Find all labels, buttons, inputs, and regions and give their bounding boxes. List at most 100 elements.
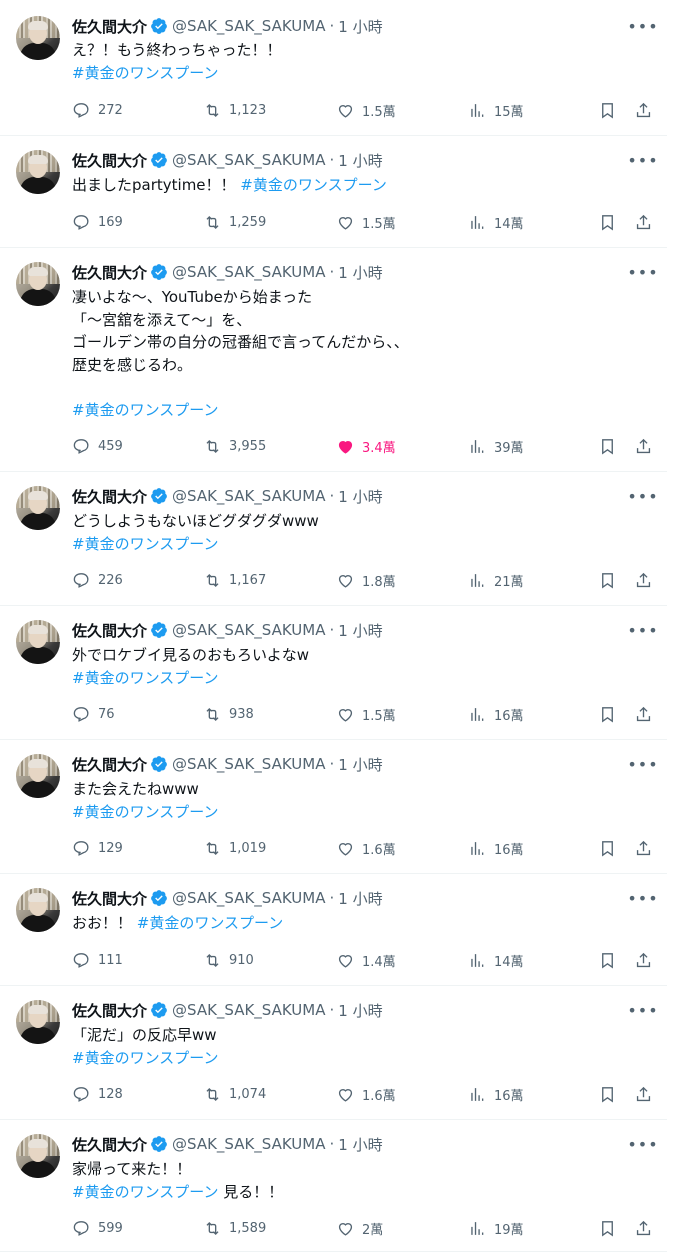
- timestamp[interactable]: 1 小時: [338, 1134, 382, 1155]
- bookmark-button[interactable]: [598, 1217, 617, 1239]
- display-name[interactable]: 佐久間大介: [72, 620, 147, 641]
- share-button[interactable]: [634, 1217, 653, 1239]
- timestamp[interactable]: 1 小時: [338, 16, 382, 37]
- timestamp[interactable]: 1 小時: [338, 620, 382, 641]
- bookmark-button[interactable]: [598, 949, 617, 971]
- retweet-button[interactable]: 1,259: [203, 211, 266, 233]
- views-button[interactable]: 14萬: [468, 949, 524, 971]
- hashtag-link[interactable]: #黄金のワンスプーン: [72, 535, 219, 553]
- display-name[interactable]: 佐久間大介: [72, 1134, 147, 1155]
- display-name[interactable]: 佐久間大介: [72, 1000, 147, 1021]
- hashtag-link[interactable]: #黄金のワンスプーン: [72, 1049, 219, 1067]
- avatar[interactable]: [16, 16, 60, 60]
- timestamp[interactable]: 1 小時: [338, 1000, 382, 1021]
- reply-button[interactable]: 128: [72, 1083, 123, 1105]
- user-handle[interactable]: @SAK_SAK_SAKUMA: [172, 889, 325, 907]
- reply-button[interactable]: 459: [72, 435, 123, 457]
- reply-button[interactable]: 226: [72, 569, 123, 591]
- display-name[interactable]: 佐久間大介: [72, 486, 147, 507]
- share-button[interactable]: [634, 99, 653, 121]
- retweet-button[interactable]: 1,123: [203, 99, 266, 121]
- like-button[interactable]: 2萬: [336, 1217, 383, 1239]
- reply-button[interactable]: 599: [72, 1217, 123, 1239]
- hashtag-link[interactable]: #黄金のワンスプーン: [72, 1183, 219, 1201]
- retweet-button[interactable]: 1,589: [203, 1217, 266, 1239]
- more-icon[interactable]: •••: [627, 486, 657, 506]
- user-handle[interactable]: @SAK_SAK_SAKUMA: [172, 1001, 325, 1019]
- user-handle[interactable]: @SAK_SAK_SAKUMA: [172, 755, 325, 773]
- display-name[interactable]: 佐久間大介: [72, 888, 147, 909]
- more-icon[interactable]: •••: [627, 262, 657, 282]
- views-button[interactable]: 39萬: [468, 435, 524, 457]
- more-icon[interactable]: •••: [627, 1134, 657, 1154]
- share-button[interactable]: [634, 1083, 653, 1105]
- more-icon[interactable]: •••: [627, 620, 657, 640]
- more-icon[interactable]: •••: [627, 150, 657, 170]
- avatar[interactable]: [16, 262, 60, 306]
- display-name[interactable]: 佐久間大介: [72, 262, 147, 283]
- avatar[interactable]: [16, 1000, 60, 1044]
- retweet-button[interactable]: 1,074: [203, 1083, 266, 1105]
- user-handle[interactable]: @SAK_SAK_SAKUMA: [172, 487, 325, 505]
- display-name[interactable]: 佐久間大介: [72, 754, 147, 775]
- share-button[interactable]: [634, 837, 653, 859]
- views-button[interactable]: 16萬: [468, 837, 524, 859]
- share-button[interactable]: [634, 211, 653, 233]
- timestamp[interactable]: 1 小時: [338, 888, 382, 909]
- avatar[interactable]: [16, 486, 60, 530]
- like-button[interactable]: 1.5萬: [336, 211, 396, 233]
- hashtag-link[interactable]: #黄金のワンスプーン: [72, 64, 219, 82]
- like-button[interactable]: 1.5萬: [336, 703, 396, 725]
- share-button[interactable]: [634, 949, 653, 971]
- views-button[interactable]: 14萬: [468, 211, 524, 233]
- share-button[interactable]: [634, 569, 653, 591]
- bookmark-button[interactable]: [598, 569, 617, 591]
- retweet-button[interactable]: 1,167: [203, 569, 266, 591]
- hashtag-link[interactable]: #黄金のワンスプーン: [72, 669, 219, 687]
- bookmark-button[interactable]: [598, 211, 617, 233]
- reply-button[interactable]: 111: [72, 949, 123, 971]
- share-button[interactable]: [634, 435, 653, 457]
- timestamp[interactable]: 1 小時: [338, 150, 382, 171]
- avatar[interactable]: [16, 150, 60, 194]
- hashtag-link[interactable]: #黄金のワンスプーン: [72, 401, 219, 419]
- more-icon[interactable]: •••: [627, 754, 657, 774]
- like-button[interactable]: 1.8萬: [336, 569, 396, 591]
- reply-button[interactable]: 129: [72, 837, 123, 859]
- share-button[interactable]: [634, 703, 653, 725]
- bookmark-button[interactable]: [598, 1083, 617, 1105]
- timestamp[interactable]: 1 小時: [338, 486, 382, 507]
- reply-button[interactable]: 169: [72, 211, 123, 233]
- user-handle[interactable]: @SAK_SAK_SAKUMA: [172, 1135, 325, 1153]
- display-name[interactable]: 佐久間大介: [72, 16, 147, 37]
- retweet-button[interactable]: 938: [203, 703, 254, 725]
- like-button[interactable]: 1.6萬: [336, 837, 396, 859]
- like-button[interactable]: 3.4萬: [336, 435, 396, 457]
- retweet-button[interactable]: 3,955: [203, 435, 266, 457]
- views-button[interactable]: 19萬: [468, 1217, 524, 1239]
- display-name[interactable]: 佐久間大介: [72, 150, 147, 171]
- retweet-button[interactable]: 910: [203, 949, 254, 971]
- timestamp[interactable]: 1 小時: [338, 262, 382, 283]
- more-icon[interactable]: •••: [627, 888, 657, 908]
- like-button[interactable]: 1.4萬: [336, 949, 396, 971]
- hashtag-link[interactable]: #黄金のワンスプーン: [137, 914, 284, 932]
- more-icon[interactable]: •••: [627, 16, 657, 36]
- hashtag-link[interactable]: #黄金のワンスプーン: [72, 803, 219, 821]
- avatar[interactable]: [16, 620, 60, 664]
- reply-button[interactable]: 272: [72, 99, 123, 121]
- bookmark-button[interactable]: [598, 435, 617, 457]
- more-icon[interactable]: •••: [627, 1000, 657, 1020]
- avatar[interactable]: [16, 888, 60, 932]
- views-button[interactable]: 16萬: [468, 703, 524, 725]
- bookmark-button[interactable]: [598, 703, 617, 725]
- timestamp[interactable]: 1 小時: [338, 754, 382, 775]
- reply-button[interactable]: 76: [72, 703, 115, 725]
- user-handle[interactable]: @SAK_SAK_SAKUMA: [172, 17, 325, 35]
- user-handle[interactable]: @SAK_SAK_SAKUMA: [172, 263, 325, 281]
- bookmark-button[interactable]: [598, 837, 617, 859]
- views-button[interactable]: 16萬: [468, 1083, 524, 1105]
- bookmark-button[interactable]: [598, 99, 617, 121]
- like-button[interactable]: 1.6萬: [336, 1083, 396, 1105]
- avatar[interactable]: [16, 1134, 60, 1178]
